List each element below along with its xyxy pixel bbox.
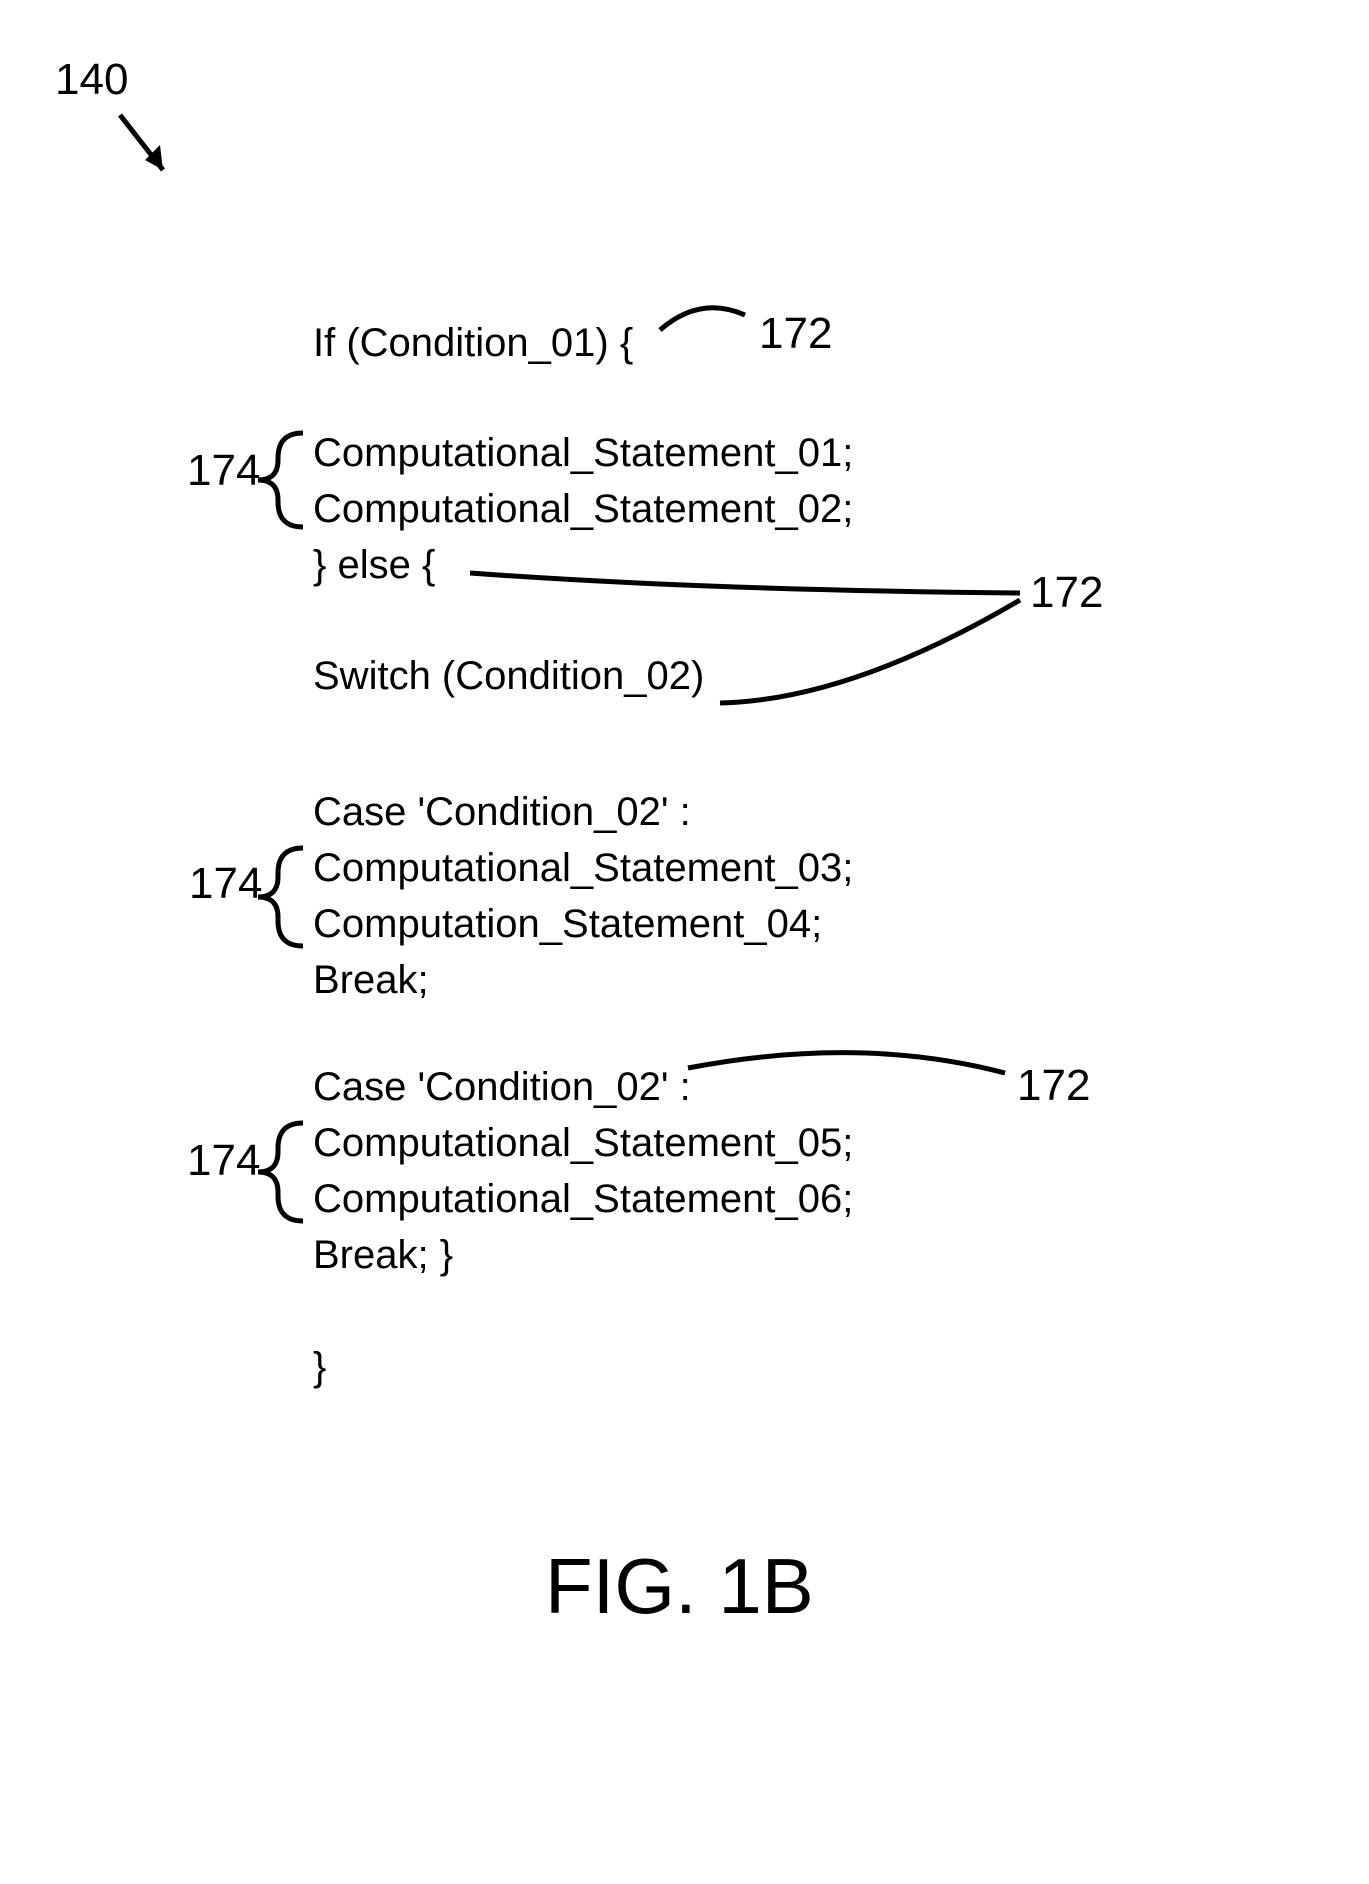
code-line-6: Case 'Condition_02' : <box>313 790 691 835</box>
code-line-7: Computational_Statement_03; <box>313 846 853 891</box>
brace-174-c <box>258 1123 303 1221</box>
code-line-9: Break; <box>313 958 429 1003</box>
ref-label-172-top: 172 <box>759 309 832 359</box>
code-line-13: Break; } <box>313 1233 453 1278</box>
code-line-4: } else { <box>313 543 435 588</box>
code-line-2: Computational_Statement_01; <box>313 431 853 476</box>
arrow-140-icon <box>120 115 163 170</box>
brace-174-a <box>258 433 303 527</box>
ref-label-174-c: 174 <box>187 1136 260 1186</box>
leader-172-mid-else <box>470 573 1020 593</box>
code-line-8: Computation_Statement_04; <box>313 902 822 947</box>
code-line-10: Case 'Condition_02' : <box>313 1065 691 1110</box>
leader-172-top <box>660 308 745 330</box>
code-line-1: If (Condition_01) { <box>313 321 633 366</box>
ref-label-174-a: 174 <box>187 446 260 496</box>
code-line-3: Computational_Statement_02; <box>313 487 853 532</box>
leader-172-mid-switch <box>720 600 1020 703</box>
ref-label-172-bot: 172 <box>1017 1061 1090 1111</box>
ref-label-172-mid: 172 <box>1030 568 1103 618</box>
brace-174-b <box>258 848 303 946</box>
ref-label-140: 140 <box>55 55 128 105</box>
leader-172-bot <box>688 1053 1005 1073</box>
code-line-11: Computational_Statement_05; <box>313 1121 853 1166</box>
code-line-14: } <box>313 1345 326 1390</box>
code-line-12: Computational_Statement_06; <box>313 1177 853 1222</box>
ref-label-174-b: 174 <box>189 859 262 909</box>
code-line-5: Switch (Condition_02) <box>313 654 704 699</box>
figure-caption: FIG. 1B <box>545 1541 814 1632</box>
